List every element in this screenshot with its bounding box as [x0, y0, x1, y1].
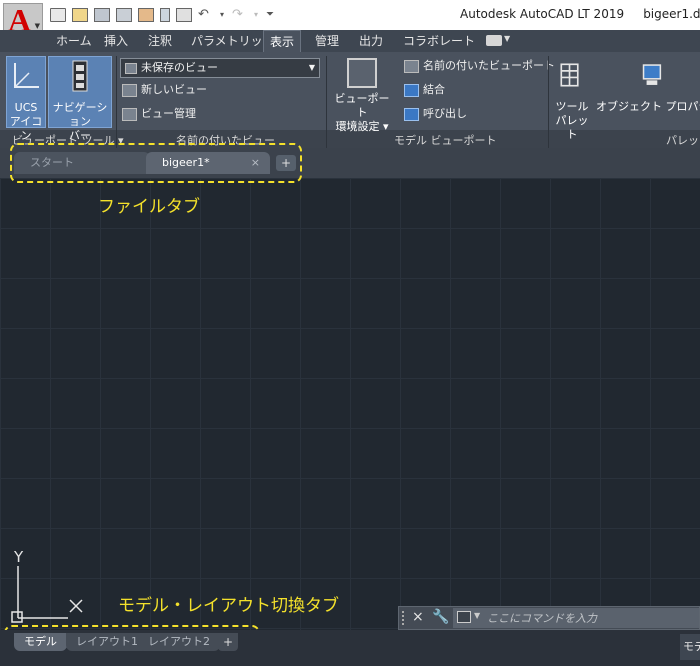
- chevron-down-icon[interactable]: ▾: [220, 8, 226, 22]
- viewport-config-label-1: ビューポート: [334, 92, 390, 119]
- window-title: Autodesk AutoCAD LT 2019 bigeer1.dwg: [460, 7, 700, 21]
- object-properties-label: オブジェクト プロパティ管: [596, 100, 700, 113]
- ribbon-tab-bar: ホーム 挿入 注釈 パラメトリック 表示 管理 出力 コラボレート ▼: [0, 30, 700, 52]
- join-label: 結合: [423, 83, 445, 96]
- restore-viewport-button[interactable]: 呼び出し: [404, 104, 467, 124]
- viewport-config-button[interactable]: ビューポート 環境設定 ▾: [334, 56, 390, 133]
- ucs-icon-button[interactable]: UCS アイコン: [6, 56, 46, 142]
- chevron-down-icon[interactable]: ▾: [254, 8, 260, 22]
- restore-icon: [404, 107, 419, 121]
- tab-manage[interactable]: 管理: [309, 30, 345, 52]
- navigation-bar-button[interactable]: ナビゲーション バー: [48, 56, 112, 142]
- tool-palette-label-1: ツール: [555, 100, 589, 113]
- command-input[interactable]: [487, 608, 695, 628]
- object-properties-icon: [642, 64, 662, 85]
- save-as-icon[interactable]: [116, 8, 132, 22]
- status-bar: モデル レイアウト1 レイアウト2 + モデル: [0, 630, 700, 666]
- view-manager-icon: [122, 107, 137, 121]
- layout-tab-annotation: モデル・レイアウト切換タブ: [118, 596, 339, 616]
- close-icon[interactable]: ×: [412, 609, 424, 625]
- named-viewport-icon: [404, 59, 419, 73]
- panel-divider: [326, 56, 327, 148]
- ucs-button-label-1: UCS: [14, 101, 38, 114]
- minimize-ribbon-icon[interactable]: [486, 35, 502, 46]
- panel-divider: [116, 56, 117, 148]
- tool-palette-label-2: パレット: [555, 114, 589, 141]
- panel-title-palettes: パレット: [666, 134, 700, 147]
- save-icon[interactable]: [94, 8, 110, 22]
- view-manager-button[interactable]: ビュー管理: [122, 104, 196, 124]
- navigation-bar-icon: [72, 60, 88, 92]
- file-name-text: bigeer1.dwg: [643, 7, 700, 21]
- viewport-config-icon: [347, 58, 377, 88]
- file-tab-annotation: ファイルタブ: [98, 197, 200, 217]
- tab-home[interactable]: ホーム: [50, 30, 98, 52]
- tab-output[interactable]: 出力: [353, 30, 389, 52]
- object-properties-button[interactable]: オブジェクト プロパティ管: [596, 56, 700, 128]
- wrench-icon[interactable]: 🔧: [432, 609, 449, 625]
- named-viewport-button[interactable]: 名前の付いたビューポート: [404, 56, 555, 76]
- model-space-toggle[interactable]: モデル: [680, 634, 700, 660]
- redo-icon[interactable]: ↷: [232, 8, 248, 22]
- panel-divider: [548, 56, 549, 148]
- customize-toolbar-icon[interactable]: ⏷: [266, 8, 274, 22]
- chevron-down-icon[interactable]: ▼: [504, 34, 510, 43]
- tab-insert[interactable]: 挿入: [98, 30, 134, 52]
- ucs-y-label: Y: [14, 548, 24, 566]
- ucs-axis-icon: [14, 63, 39, 88]
- drag-handle[interactable]: [402, 611, 406, 625]
- nav-button-label-1: ナビゲーション: [52, 101, 108, 128]
- plot-icon[interactable]: [176, 8, 192, 22]
- panel-title-model-viewports: モデル ビューポート: [394, 134, 497, 147]
- tab-annotate[interactable]: 注釈: [142, 30, 178, 52]
- publish-web-icon[interactable]: [138, 8, 154, 22]
- named-viewport-label: 名前の付いたビューポート: [423, 59, 555, 72]
- app-title-text: Autodesk AutoCAD LT 2019: [460, 7, 625, 21]
- new-view-label: 新しいビュー: [141, 83, 207, 96]
- new-layout-button[interactable]: +: [218, 633, 238, 651]
- open-folder-icon[interactable]: [72, 8, 88, 22]
- new-file-icon[interactable]: [50, 8, 66, 22]
- chevron-down-icon: ▼: [34, 22, 40, 30]
- new-view-icon: [122, 83, 137, 97]
- join-icon: [404, 83, 419, 97]
- ribbon-panel: UCS アイコン ナビゲーション バー ビューポート ツール ▾ 未保存のビュー…: [0, 52, 700, 148]
- drawing-canvas[interactable]: Y: [0, 178, 700, 630]
- join-viewport-button[interactable]: 結合: [404, 80, 445, 100]
- layout-tab-model[interactable]: モデル: [14, 633, 67, 651]
- view-select[interactable]: 未保存のビュー ▼: [120, 58, 320, 78]
- tab-collaborate[interactable]: コラボレート: [397, 30, 481, 52]
- undo-icon[interactable]: ↶: [198, 8, 214, 22]
- view-icon: [125, 62, 137, 74]
- file-tab-callout: [10, 143, 302, 183]
- view-select-value: 未保存のビュー: [141, 61, 218, 74]
- view-manager-label: ビュー管理: [141, 107, 196, 120]
- command-input-area: ▼: [453, 608, 699, 628]
- tab-view[interactable]: 表示: [263, 30, 302, 52]
- new-view-button[interactable]: 新しいビュー: [122, 80, 207, 100]
- restore-label: 呼び出し: [423, 107, 467, 120]
- mobile-icon[interactable]: [160, 8, 170, 22]
- chevron-down-icon: ▼: [308, 63, 315, 72]
- tool-palette-icon: [560, 63, 579, 87]
- tool-palette-button[interactable]: ツール パレット: [552, 56, 592, 141]
- command-line: × 🔧 ▼: [398, 606, 700, 630]
- command-prompt-icon[interactable]: [457, 611, 471, 623]
- layout-tab-layout1[interactable]: レイアウト1: [66, 633, 148, 651]
- quick-access-toolbar: ↶ ▾ ↷ ▾ ⏷: [50, 8, 274, 22]
- layout-tab-layout2[interactable]: レイアウト2: [138, 633, 220, 651]
- title-bar: A LT ▼ ↶ ▾ ↷ ▾ ⏷ Autodesk AutoCAD LT 201…: [0, 0, 700, 45]
- viewport-config-label-2: 環境設定 ▾: [335, 120, 389, 133]
- chevron-down-icon[interactable]: ▼: [474, 611, 480, 620]
